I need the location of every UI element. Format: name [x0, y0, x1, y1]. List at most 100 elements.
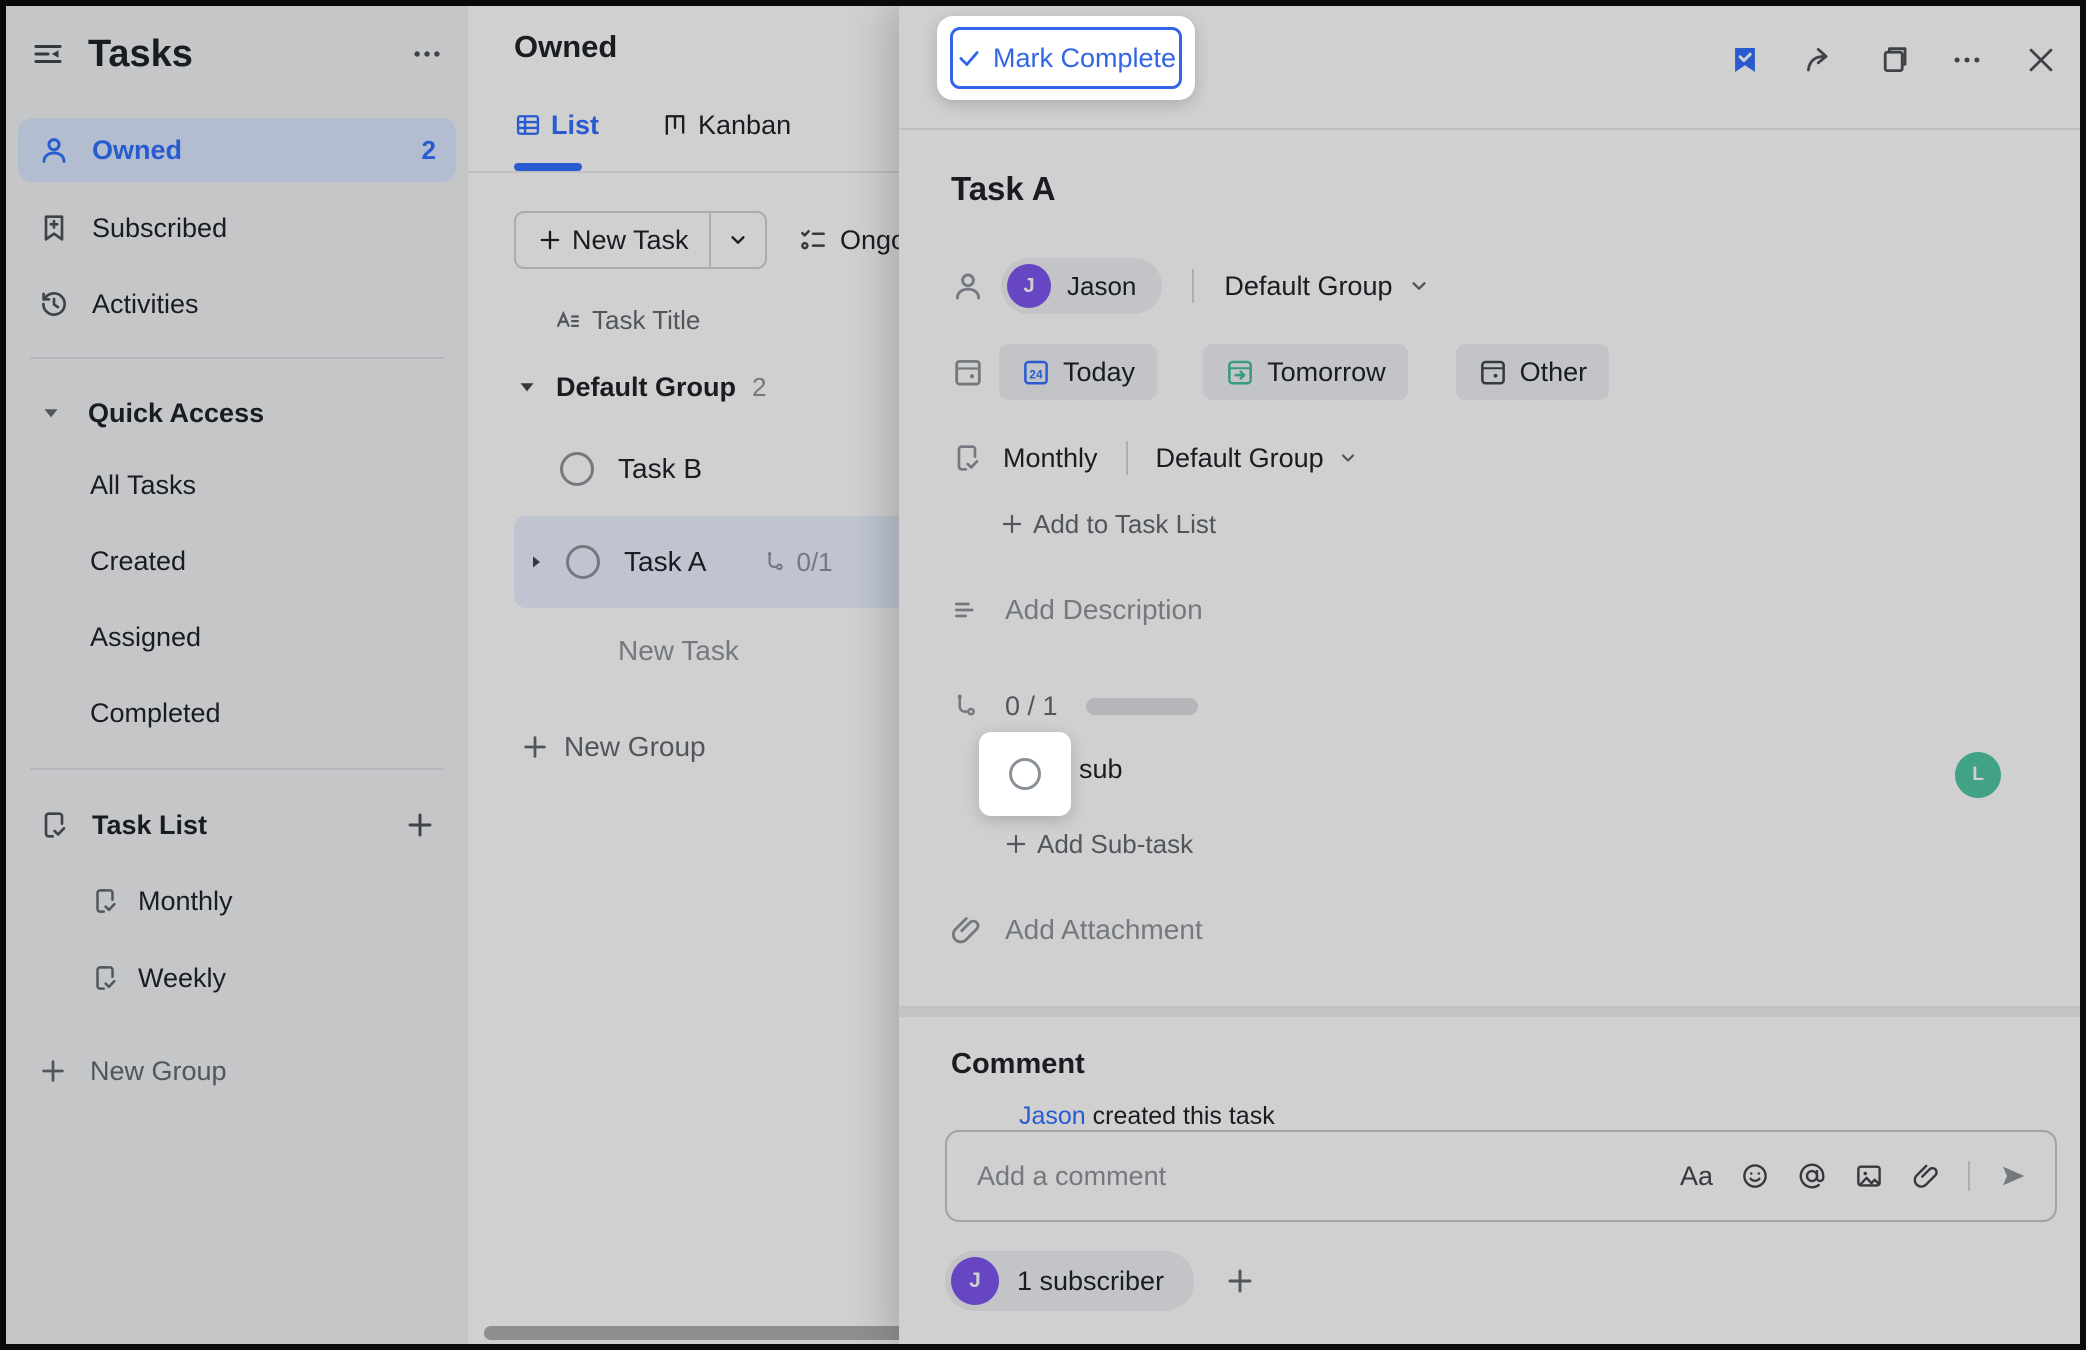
emoji-icon[interactable] — [1740, 1161, 1770, 1191]
column-header-task-title[interactable]: Task Title — [554, 298, 700, 342]
tab-kanban[interactable]: Kanban — [661, 110, 791, 141]
task-detail-panel: Mark Complete Task A — [899, 6, 2080, 1344]
comment-input[interactable]: Add a comment Aa — [945, 1130, 2057, 1222]
add-to-task-list-label: Add to Task List — [1033, 509, 1216, 540]
separator — [1126, 441, 1128, 475]
task-checkbox[interactable] — [560, 452, 594, 486]
item-label: Created — [90, 546, 186, 577]
add-subtask-button[interactable]: Add Sub-task — [1003, 822, 1193, 866]
task-list-group[interactable]: Default Group — [1156, 443, 1324, 474]
task-list-icon — [951, 442, 983, 474]
task-row-task-b[interactable]: Task B — [514, 438, 916, 500]
sidebar-item-completed[interactable]: Completed — [18, 684, 456, 742]
inline-new-task-placeholder[interactable]: New Task — [618, 624, 739, 678]
task-title: Task B — [618, 453, 702, 485]
sidebar-item-created[interactable]: Created — [18, 532, 456, 590]
add-to-task-list-button[interactable]: Add to Task List — [999, 502, 1216, 546]
item-label: Assigned — [90, 622, 201, 653]
caret-right-icon[interactable] — [524, 550, 548, 574]
mention-icon[interactable] — [1797, 1161, 1827, 1191]
task-checkbox[interactable] — [566, 545, 600, 579]
text-format-icon[interactable]: Aa — [1680, 1161, 1713, 1192]
subtask-checkbox-spotlight — [979, 732, 1071, 816]
due-tomorrow-button[interactable]: Tomorrow — [1203, 344, 1408, 400]
new-task-dropdown[interactable] — [711, 213, 765, 267]
due-today-button[interactable]: 24 Today — [999, 344, 1157, 400]
attach-icon[interactable] — [1911, 1161, 1941, 1191]
detail-actions — [1728, 38, 2058, 82]
sidebar-more-icon[interactable] — [410, 37, 444, 71]
sidebar-item-owned[interactable]: Owned 2 — [18, 118, 456, 182]
item-label: Completed — [90, 698, 221, 729]
collapse-sidebar-icon[interactable] — [30, 36, 66, 72]
due-option-label: Tomorrow — [1267, 357, 1386, 388]
subscribed-bookmark-icon[interactable] — [1728, 43, 1762, 77]
detail-task-title[interactable]: Task A — [951, 166, 1056, 212]
subscriber-pill[interactable]: J 1 subscriber — [945, 1251, 1194, 1311]
caret-down-icon — [38, 400, 64, 426]
assignee-name: Jason — [1067, 271, 1136, 302]
plus-icon — [38, 1056, 68, 1086]
placeholder-label: New Task — [618, 635, 739, 667]
due-option-label: Other — [1520, 357, 1588, 388]
sidebar-item-assigned[interactable]: Assigned — [18, 608, 456, 666]
group-header-row[interactable]: Default Group 2 — [514, 360, 916, 414]
due-other-button[interactable]: Other — [1456, 344, 1610, 400]
subscriber-count-label: 1 subscriber — [1017, 1266, 1164, 1297]
quick-access-header[interactable]: Quick Access — [18, 384, 456, 442]
list-new-group-button[interactable]: New Group — [520, 720, 706, 774]
tab-label: Kanban — [698, 110, 791, 141]
subtask-progress-bar — [1086, 698, 1198, 715]
sidebar-header: Tasks — [30, 18, 444, 90]
section-label: Quick Access — [88, 398, 264, 429]
toolbar-separator — [1968, 1161, 1970, 1191]
history-clock-icon — [38, 288, 70, 320]
task-list-section-header[interactable]: Task List — [18, 796, 456, 854]
sidebar-new-group-button[interactable]: New Group — [18, 1042, 456, 1100]
subtask-checkbox[interactable] — [1009, 758, 1041, 790]
description-icon — [951, 594, 983, 626]
subtask-title[interactable]: sub — [1079, 754, 1123, 785]
subtask-progress-label: 0 / 1 — [1005, 691, 1058, 722]
bookmark-plus-icon — [38, 212, 70, 244]
attachment-placeholder: Add Attachment — [1005, 914, 1203, 946]
group-select-label[interactable]: Default Group — [1224, 271, 1392, 302]
item-label: New Group — [564, 731, 706, 763]
detail-header-divider — [899, 128, 2080, 130]
send-icon[interactable] — [1997, 1160, 2029, 1192]
chevron-down-icon[interactable] — [1336, 446, 1360, 470]
chevron-down-icon[interactable] — [1406, 273, 1432, 299]
tab-list[interactable]: List — [514, 110, 599, 141]
sidebar-divider — [30, 768, 444, 770]
task-list-name[interactable]: Monthly — [1003, 443, 1098, 474]
sidebar-item-activities[interactable]: Activities — [18, 272, 456, 336]
image-icon[interactable] — [1854, 1161, 1884, 1191]
sidebar-item-monthly[interactable]: Monthly — [18, 872, 456, 930]
horizontal-scrollbar[interactable] — [484, 1326, 911, 1340]
caret-down-icon[interactable] — [514, 374, 540, 400]
description-placeholder: Add Description — [1005, 594, 1203, 626]
description-row[interactable]: Add Description — [951, 586, 1203, 634]
task-lists-row: Monthly Default Group — [951, 432, 1360, 484]
more-icon[interactable] — [1950, 43, 1984, 77]
sidebar-item-all-tasks[interactable]: All Tasks — [18, 456, 456, 514]
task-row-task-a-selected[interactable]: Task A 0/1 — [514, 516, 916, 608]
mark-complete-label: Mark Complete — [993, 43, 1176, 74]
close-icon[interactable] — [2024, 43, 2058, 77]
share-icon[interactable] — [1802, 43, 1836, 77]
subtask-assignee-avatar[interactable]: L — [1955, 752, 2001, 798]
mark-complete-button[interactable]: Mark Complete — [950, 27, 1182, 89]
new-task-split-button[interactable]: New Task — [514, 211, 767, 269]
item-label: New Group — [90, 1056, 436, 1087]
sidebar-item-subscribed[interactable]: Subscribed — [18, 196, 456, 260]
sidebar-item-weekly[interactable]: Weekly — [18, 949, 456, 1007]
add-task-list-icon[interactable] — [404, 809, 436, 841]
attachment-row[interactable]: Add Attachment — [949, 904, 1203, 956]
task-list-icon — [90, 886, 120, 916]
comment-header: Comment — [951, 1042, 1085, 1086]
duplicate-icon[interactable] — [1876, 43, 1910, 77]
new-task-button[interactable]: New Task — [516, 213, 709, 267]
app-window: Tasks Owned 2 Subscribed Activities — [0, 0, 2086, 1350]
add-subscriber-icon[interactable] — [1224, 1265, 1256, 1297]
assignee-pill[interactable]: J Jason — [1001, 258, 1162, 314]
